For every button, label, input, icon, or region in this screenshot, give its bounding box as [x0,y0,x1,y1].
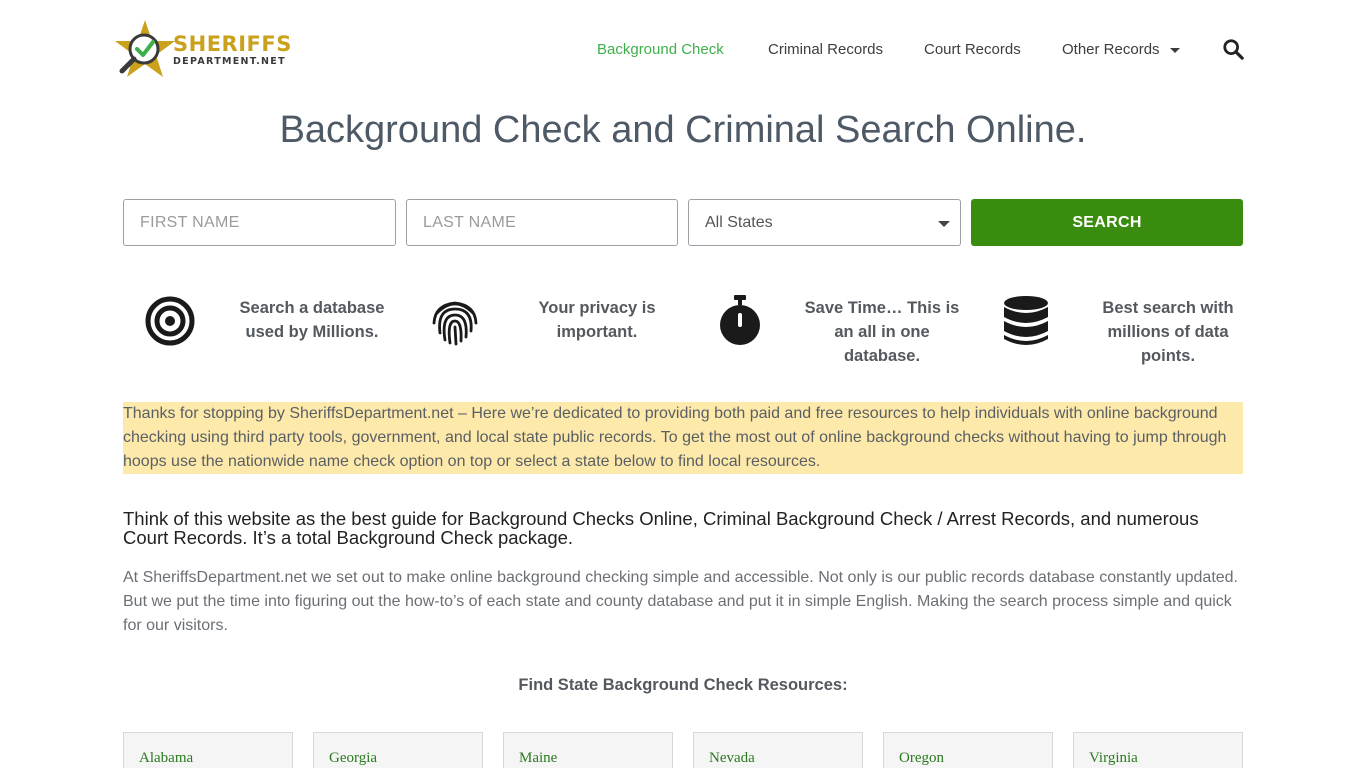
chevron-down-icon [938,221,950,227]
feature-text-database: Search a database used by Millions. [239,299,385,341]
page-title: Background Check and Criminal Search Onl… [279,109,1087,151]
feature-text-data-points: Best search with millions of data points… [1102,299,1234,365]
search-button[interactable]: SEARCH [971,199,1243,246]
database-icon [1004,296,1048,345]
nav-item-other-records-label: Other Records [1062,41,1160,58]
state-card-virginia[interactable]: Virginia [1073,732,1243,768]
guide-heading: Think of this website as the best guide … [123,508,1199,548]
state-select-value: All States [705,213,773,231]
target-icon [145,296,195,346]
state-card-maine[interactable]: Maine [503,732,673,768]
sheriff-star-icon [115,20,175,77]
feature-text-privacy: Your privacy is important. [538,299,656,341]
state-select[interactable]: All States [688,199,961,246]
stopwatch-icon [720,295,760,345]
state-link-label[interactable]: Georgia [329,750,377,766]
nav-item-other-records[interactable]: Other Records [1062,40,1180,60]
body-text: At SheriffsDepartment.net we set out to … [123,569,1238,634]
first-name-input[interactable] [123,199,396,246]
state-link-label[interactable]: Virginia [1089,750,1138,766]
state-card-alabama[interactable]: Alabama [123,732,293,768]
site-logo[interactable]: SHERIFFS DEPARTMENT.NET [113,18,303,82]
state-link-label[interactable]: Nevada [709,750,755,766]
last-name-input[interactable] [406,199,678,246]
logo-text: SHERIFFS DEPARTMENT.NET [173,31,292,67]
chevron-down-icon [1169,47,1180,53]
nav-item-criminal-records[interactable]: Criminal Records [768,40,883,60]
state-card-oregon[interactable]: Oregon [883,732,1053,768]
search-icon[interactable] [1222,38,1244,60]
nav-item-court-records[interactable]: Court Records [924,40,1021,60]
state-link-label[interactable]: Alabama [139,750,193,766]
nav-item-background-check[interactable]: Background Check [597,40,724,60]
feature-text-save-time: Save Time… This is an all in one databas… [804,299,960,365]
state-link-label[interactable]: Maine [519,750,557,766]
state-card-nevada[interactable]: Nevada [693,732,863,768]
intro-highlight-text: Thanks for stopping by SheriffsDepartmen… [123,402,1243,474]
states-heading: Find State Background Check Resources: [518,676,848,694]
logo-sub-text: DEPARTMENT.NET [173,55,286,67]
fingerprint-icon [432,301,478,346]
state-link-label[interactable]: Oregon [899,750,944,766]
logo-main-text: SHERIFFS [173,31,292,56]
state-card-georgia[interactable]: Georgia [313,732,483,768]
site-header: SHERIFFS DEPARTMENT.NET Background Check… [0,0,1366,100]
